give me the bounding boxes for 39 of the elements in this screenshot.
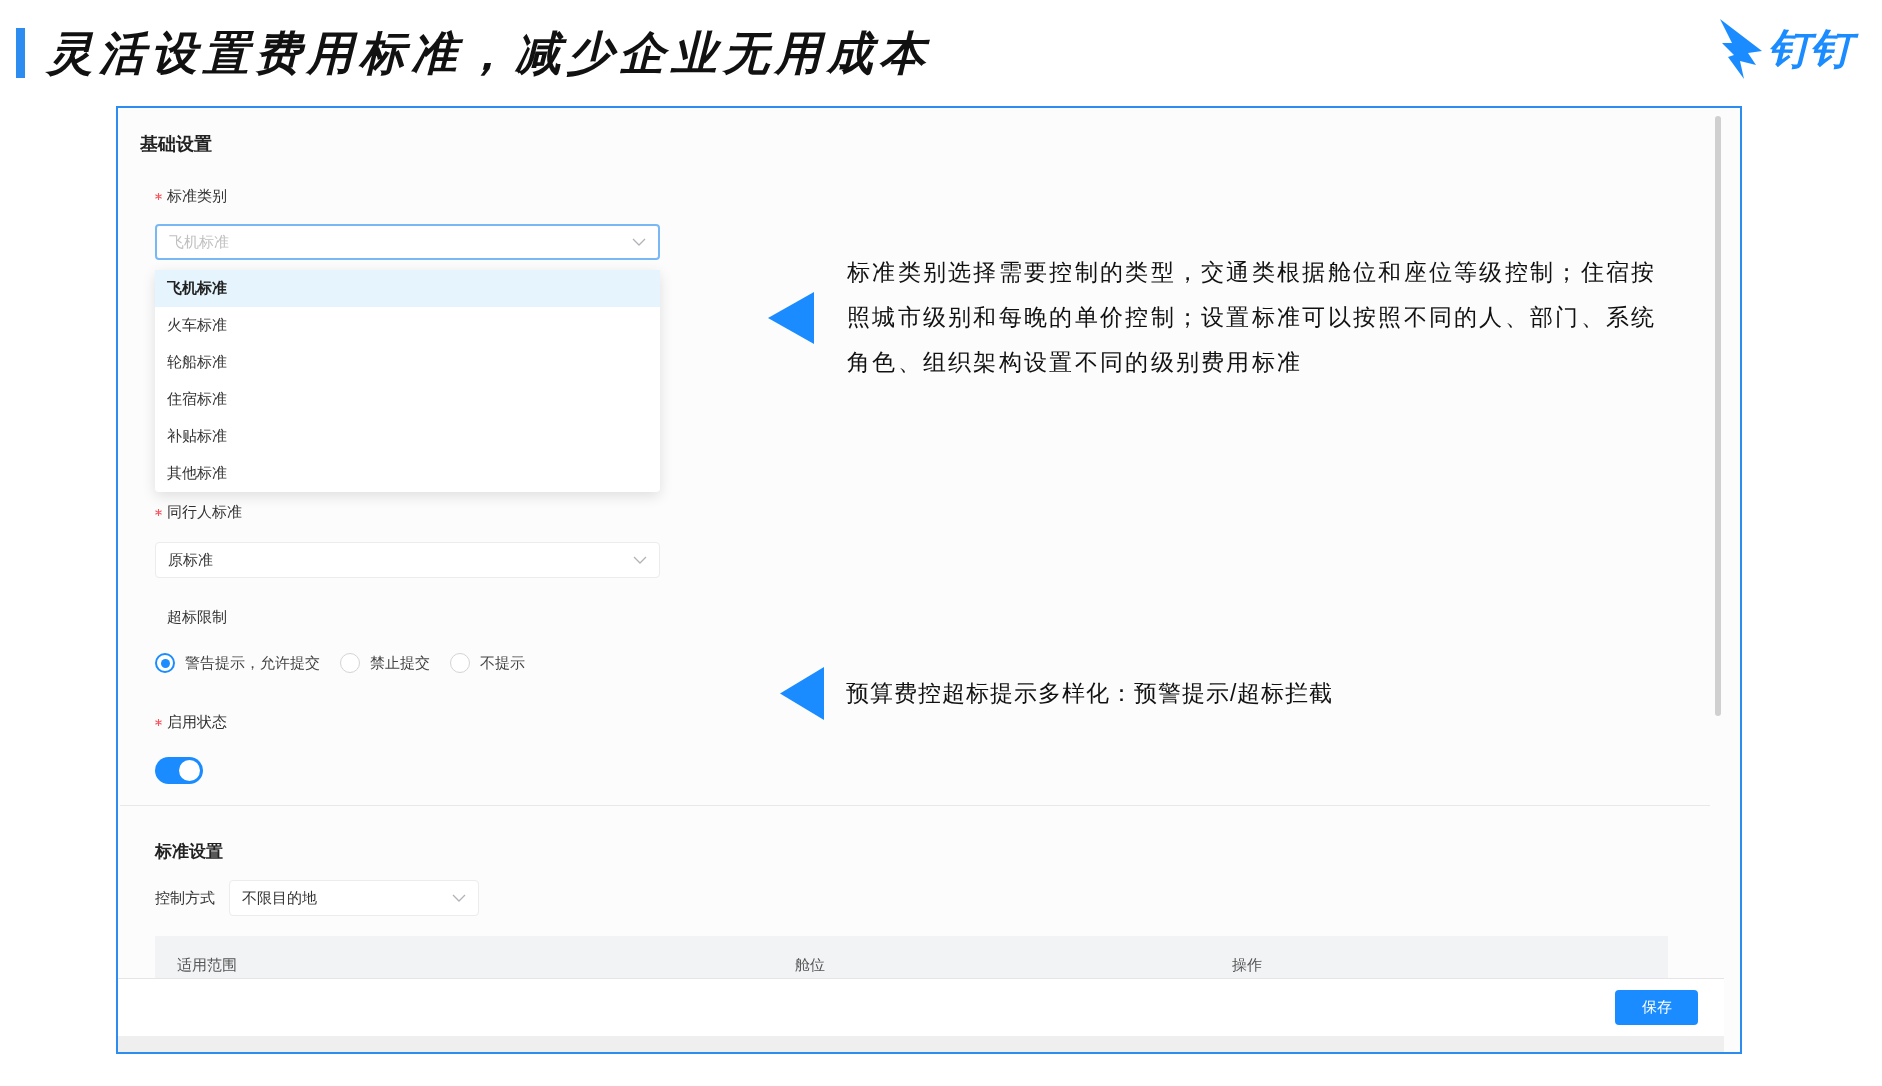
- chevron-down-icon: [633, 556, 647, 564]
- dropdown-option[interactable]: 住宿标准: [155, 381, 660, 418]
- required-icon: [155, 508, 162, 516]
- select-field[interactable]: 不限目的地: [229, 880, 479, 916]
- required-icon: [155, 192, 162, 200]
- radio-label: 不提示: [480, 652, 525, 673]
- dropdown-option[interactable]: 其他标准: [155, 455, 660, 492]
- radio-label: 警告提示，允许提交: [185, 652, 320, 673]
- select-field[interactable]: 原标准: [155, 542, 660, 578]
- required-icon: [155, 718, 162, 726]
- annotation-text: 标准类别选择需要控制的类型，交通类根据舱位和座位等级控制；住宿按照城市级别和每晚的单价控制；设置标准可以按照不同的人、部门、系统角色、组织架构设置不同的级别费用标准: [847, 258, 1658, 377]
- field-label: 标准类别: [167, 185, 227, 206]
- title-accent-bar: [16, 28, 25, 78]
- triangle-pointer-icon: [780, 667, 824, 720]
- radio-label: 禁止提交: [370, 652, 430, 673]
- column-header: 适用范围: [177, 954, 238, 975]
- section-heading: 基础设置: [140, 133, 213, 155]
- dropdown-option[interactable]: 补贴标准: [155, 418, 660, 455]
- column-header: 舱位: [795, 954, 826, 975]
- dropdown-option[interactable]: 飞机标准: [155, 270, 660, 307]
- dropdown-option[interactable]: 火车标准: [155, 307, 660, 344]
- chevron-down-icon: [632, 238, 646, 246]
- select-value: 不限目的地: [242, 887, 317, 908]
- field-label: 控制方式: [155, 887, 215, 908]
- field-label: 启用状态: [167, 711, 227, 732]
- select-placeholder: 飞机标准: [169, 231, 229, 252]
- select-value: 原标准: [168, 549, 213, 570]
- column-header: 操作: [1232, 954, 1262, 975]
- field-label: 超标限制: [167, 606, 227, 627]
- section-heading: 标准设置: [155, 841, 224, 859]
- toggle-switch[interactable]: [155, 757, 203, 784]
- chevron-down-icon: [452, 894, 466, 902]
- annotation-text: 预算费控超标提示多样化：预警提示/超标拦截: [846, 679, 1334, 708]
- logo-text: 钉钉: [1768, 24, 1864, 74]
- radio-button[interactable]: [155, 653, 175, 673]
- dropdown-option[interactable]: 轮船标准: [155, 344, 660, 381]
- slide-title: 灵活设置费用标准，减少企业无用成本: [47, 25, 932, 81]
- triangle-pointer-icon: [768, 291, 814, 344]
- field-label: 同行人标准: [167, 501, 242, 522]
